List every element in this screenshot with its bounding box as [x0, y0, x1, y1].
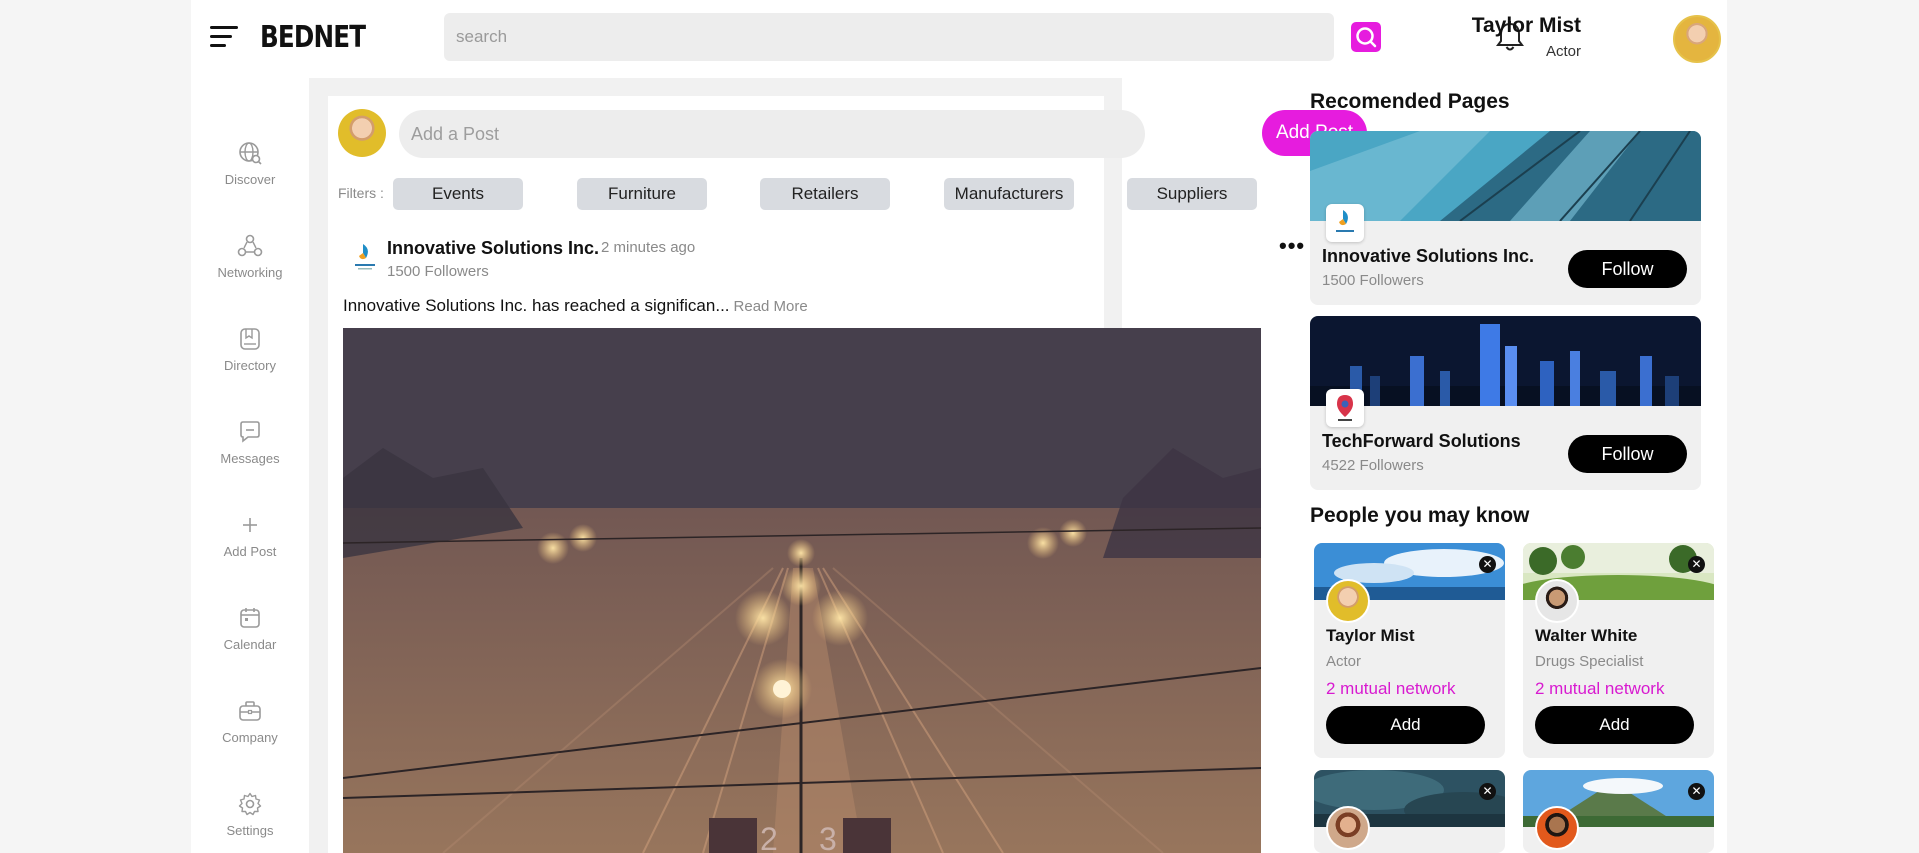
filter-chip-manufacturers[interactable]: Manufacturers: [944, 178, 1074, 210]
app-logo[interactable]: BEDNET: [260, 20, 366, 55]
post-text: Innovative Solutions Inc. has reached a …: [343, 296, 808, 316]
search-bar: [444, 13, 1358, 61]
close-icon[interactable]: ✕: [1479, 783, 1496, 800]
briefcase-icon: [239, 701, 261, 721]
sidebar-item-label: Settings: [226, 823, 274, 838]
post-company-name[interactable]: Innovative Solutions Inc.: [387, 238, 599, 259]
close-icon[interactable]: ✕: [1688, 556, 1705, 573]
company-logo-icon: [1336, 210, 1354, 232]
page-card[interactable]: TechForward Solutions 4522 Followers Fol…: [1310, 316, 1701, 490]
plus-icon: [243, 518, 257, 532]
user-role: Actor: [1545, 43, 1581, 60]
person-avatar[interactable]: [1535, 579, 1579, 623]
person-avatar[interactable]: [1535, 806, 1579, 850]
filter-chip-retailers[interactable]: Retailers: [760, 178, 890, 210]
calendar-icon: [240, 608, 260, 628]
feed-panel: Add a Post Add Post Filters : Events Fur…: [328, 96, 1367, 853]
gear-icon: [238, 792, 262, 816]
follow-button[interactable]: Follow: [1568, 250, 1687, 288]
location-pin-logo-icon: [1337, 395, 1353, 421]
sidebar-item-calendar[interactable]: Calendar: [191, 605, 309, 652]
user-name[interactable]: Taylor Mist: [1472, 14, 1581, 38]
globe-search-icon: [239, 142, 262, 165]
menu-icon[interactable]: [210, 26, 238, 48]
sidebar-item-directory[interactable]: Directory: [191, 326, 309, 373]
network-icon: [237, 234, 263, 257]
page-logo: [1326, 204, 1364, 242]
person-role: Actor: [1326, 653, 1362, 670]
person-avatar[interactable]: [1326, 806, 1370, 850]
more-options-icon[interactable]: •••: [1279, 235, 1305, 257]
close-icon[interactable]: ✕: [1479, 556, 1496, 573]
sidebar-item-discover[interactable]: Discover: [191, 140, 309, 187]
sign-number-3: 3: [819, 821, 837, 853]
recommended-pages-title: Recomended Pages: [1310, 90, 1510, 113]
person-name[interactable]: Walter White: [1535, 626, 1637, 646]
sidebar-item-label: Messages: [220, 451, 280, 466]
add-post-input[interactable]: Add a Post: [399, 110, 1145, 158]
search-icon: [1356, 27, 1377, 48]
search-button[interactable]: [1351, 22, 1381, 52]
user-avatar[interactable]: [1673, 15, 1721, 63]
post-followers: 1500 Followers: [387, 263, 489, 280]
message-icon: [240, 421, 260, 443]
sidebar-item-label: Add Post: [223, 544, 277, 559]
sidebar-item-label: Directory: [223, 358, 276, 373]
filter-chip-furniture[interactable]: Furniture: [577, 178, 707, 210]
follow-button[interactable]: Follow: [1568, 435, 1687, 473]
sidebar-item-settings[interactable]: Settings: [191, 791, 309, 838]
person-name[interactable]: Taylor Mist: [1326, 626, 1414, 646]
page-cover-image: [1310, 316, 1701, 406]
page-followers: 1500 Followers: [1322, 272, 1424, 289]
sidebar-item-label: Company: [222, 730, 278, 745]
post-timestamp: 2 minutes ago: [601, 239, 696, 256]
sidebar-item-networking[interactable]: Networking: [191, 233, 309, 280]
sidebar-item-company[interactable]: Company: [191, 698, 309, 745]
company-logo-icon[interactable]: [349, 241, 381, 277]
composer-avatar: [338, 109, 386, 157]
person-card[interactable]: ✕: [1314, 770, 1505, 853]
filter-chip-events[interactable]: Events: [393, 178, 523, 210]
sign-number-2: 2: [760, 821, 778, 853]
search-input[interactable]: [444, 13, 1358, 61]
person-mutual-network[interactable]: 2 mutual network: [1535, 679, 1664, 699]
people-you-may-know-title: People you may know: [1310, 504, 1530, 527]
person-card[interactable]: ✕ Taylor Mist Actor 2 mutual network Add: [1314, 543, 1505, 758]
add-person-button[interactable]: Add: [1535, 706, 1694, 744]
person-avatar[interactable]: [1326, 579, 1370, 623]
person-mutual-network[interactable]: 2 mutual network: [1326, 679, 1455, 699]
post-photo: 2 3: [343, 328, 1261, 853]
page-logo: [1326, 389, 1364, 427]
sidebar-item-label: Discover: [224, 172, 276, 187]
page-cover-image: [1310, 131, 1701, 221]
book-icon: [240, 328, 260, 350]
read-more-link[interactable]: Read More: [734, 298, 808, 315]
sidebar-item-label: Calendar: [223, 637, 277, 652]
post-image[interactable]: 2 3: [343, 328, 1261, 853]
page-card[interactable]: Innovative Solutions Inc. 1500 Followers…: [1310, 131, 1701, 305]
sidebar-item-label: Networking: [217, 265, 283, 280]
filter-chip-suppliers[interactable]: Suppliers: [1127, 178, 1257, 210]
close-icon[interactable]: ✕: [1688, 783, 1705, 800]
sidebar-item-add-post[interactable]: Add Post: [191, 512, 309, 559]
filters-label: Filters :: [338, 185, 384, 201]
sidebar-item-messages[interactable]: Messages: [191, 419, 309, 466]
app-frame: BEDNET Taylor Mist Actor Discover: [191, 0, 1727, 853]
person-role: Drugs Specialist: [1535, 653, 1644, 670]
post-body: Innovative Solutions Inc. has reached a …: [343, 296, 730, 315]
person-card[interactable]: ✕: [1523, 770, 1714, 853]
person-card[interactable]: ✕ Walter White Drugs Specialist 2 mutual…: [1523, 543, 1714, 758]
page-name[interactable]: TechForward Solutions: [1322, 431, 1521, 452]
page-followers: 4522 Followers: [1322, 457, 1424, 474]
page-name[interactable]: Innovative Solutions Inc.: [1322, 246, 1534, 267]
add-person-button[interactable]: Add: [1326, 706, 1485, 744]
